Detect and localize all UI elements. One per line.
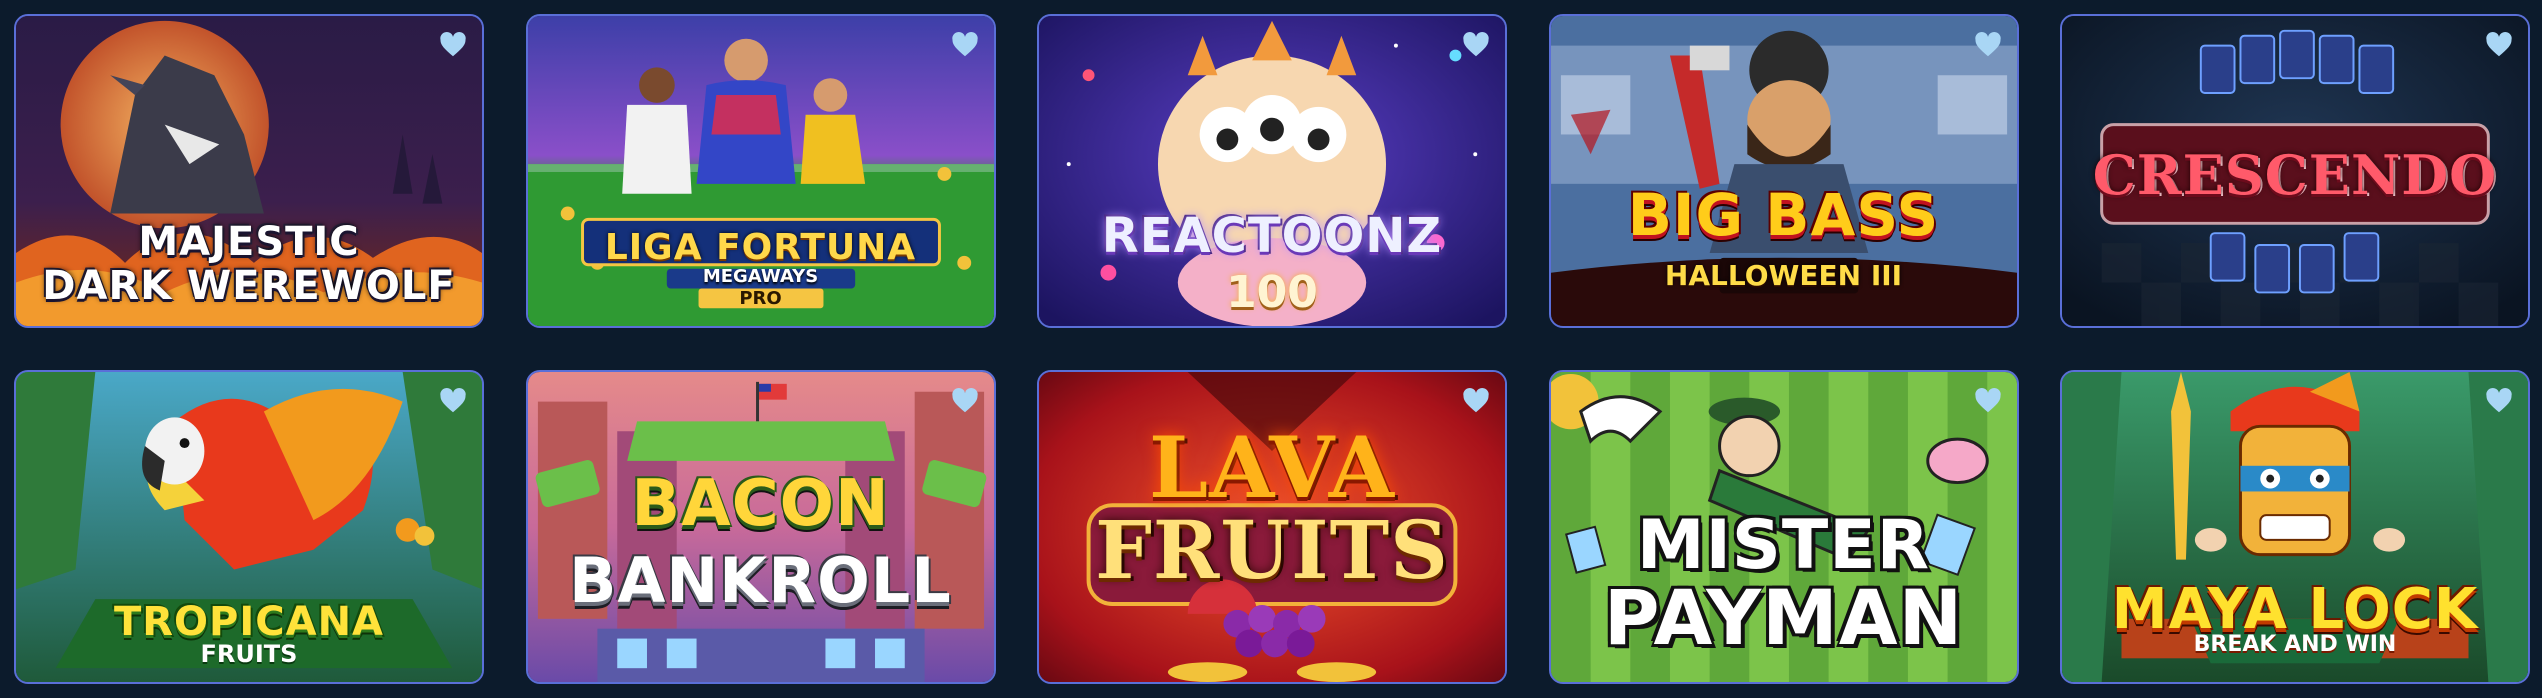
heart-icon[interactable] — [1971, 28, 2005, 62]
game-title: MAJESTIC DARK WEREWOLF — [16, 222, 482, 306]
heart-icon[interactable] — [2482, 384, 2516, 418]
game-title: BIG BASS — [1627, 181, 1940, 249]
game-badge-pro: PRO — [739, 288, 782, 309]
game-card-crescendo[interactable]: CRESCENDO — [2060, 14, 2530, 328]
game-title: REACTOONZ — [1101, 208, 1443, 264]
game-subtitle: 100 — [1226, 267, 1318, 318]
game-card-majestic-dark-werewolf[interactable]: MAJESTIC DARK WEREWOLF — [14, 14, 484, 328]
game-title-line-2: FRUITS — [1095, 503, 1449, 597]
game-title-line-2: BANKROLL — [569, 544, 952, 617]
heart-icon[interactable] — [948, 384, 982, 418]
game-card-liga-fortuna[interactable]: LIGA FORTUNA MEGAWAYS PRO — [525, 14, 996, 328]
game-title-line-1: MISTER — [1636, 506, 1931, 585]
game-subtitle: HALLOWEEN III — [1664, 259, 1903, 292]
heart-icon[interactable] — [1459, 384, 1493, 418]
heart-icon[interactable] — [948, 28, 982, 62]
game-grid: MAJESTIC DARK WEREWOLF LIGA FORTUNA MEGA… — [14, 14, 2530, 684]
game-card-tropicana-fruits[interactable]: TROPICANA FRUITS — [14, 370, 484, 684]
heart-icon[interactable] — [1459, 28, 1493, 62]
game-card-maya-lock[interactable]: MAYA LOCK BREAK AND WIN — [2060, 370, 2530, 684]
game-title-line: DARK WEREWOLF — [42, 263, 456, 309]
game-subtitle: FRUITS — [200, 640, 298, 668]
heart-icon[interactable] — [436, 28, 470, 62]
game-title: MAYA LOCK — [2111, 577, 2479, 642]
game-card-mister-payman[interactable]: MISTER PAYMAN — [1548, 370, 2019, 684]
game-title-line-1: LAVA — [1149, 418, 1395, 517]
game-badge-megaways: MEGAWAYS — [702, 266, 819, 287]
game-title-line: MAJESTIC — [138, 219, 360, 265]
game-card-lava-fruits[interactable]: LAVA FRUITS — [1037, 370, 1507, 684]
game-card-bacon-bankroll[interactable]: BACON BANKROLL — [525, 370, 996, 684]
heart-icon[interactable] — [1971, 384, 2005, 418]
game-title: LIGA FORTUNA — [604, 227, 917, 268]
game-subtitle: BREAK AND WIN — [2193, 632, 2397, 657]
game-card-reactoonz-100[interactable]: REACTOONZ 100 — [1037, 14, 1507, 328]
game-card-big-bass-halloween[interactable]: BIG BASS HALLOWEEN III — [1548, 14, 2019, 328]
heart-icon[interactable] — [436, 384, 470, 418]
game-title-line-1: BACON — [631, 467, 890, 541]
game-title: TROPICANA — [113, 599, 385, 645]
game-title: CRESCENDO — [2092, 143, 2498, 207]
heart-icon[interactable] — [2482, 28, 2516, 62]
game-title-line-2: PAYMAN — [1603, 573, 1964, 662]
